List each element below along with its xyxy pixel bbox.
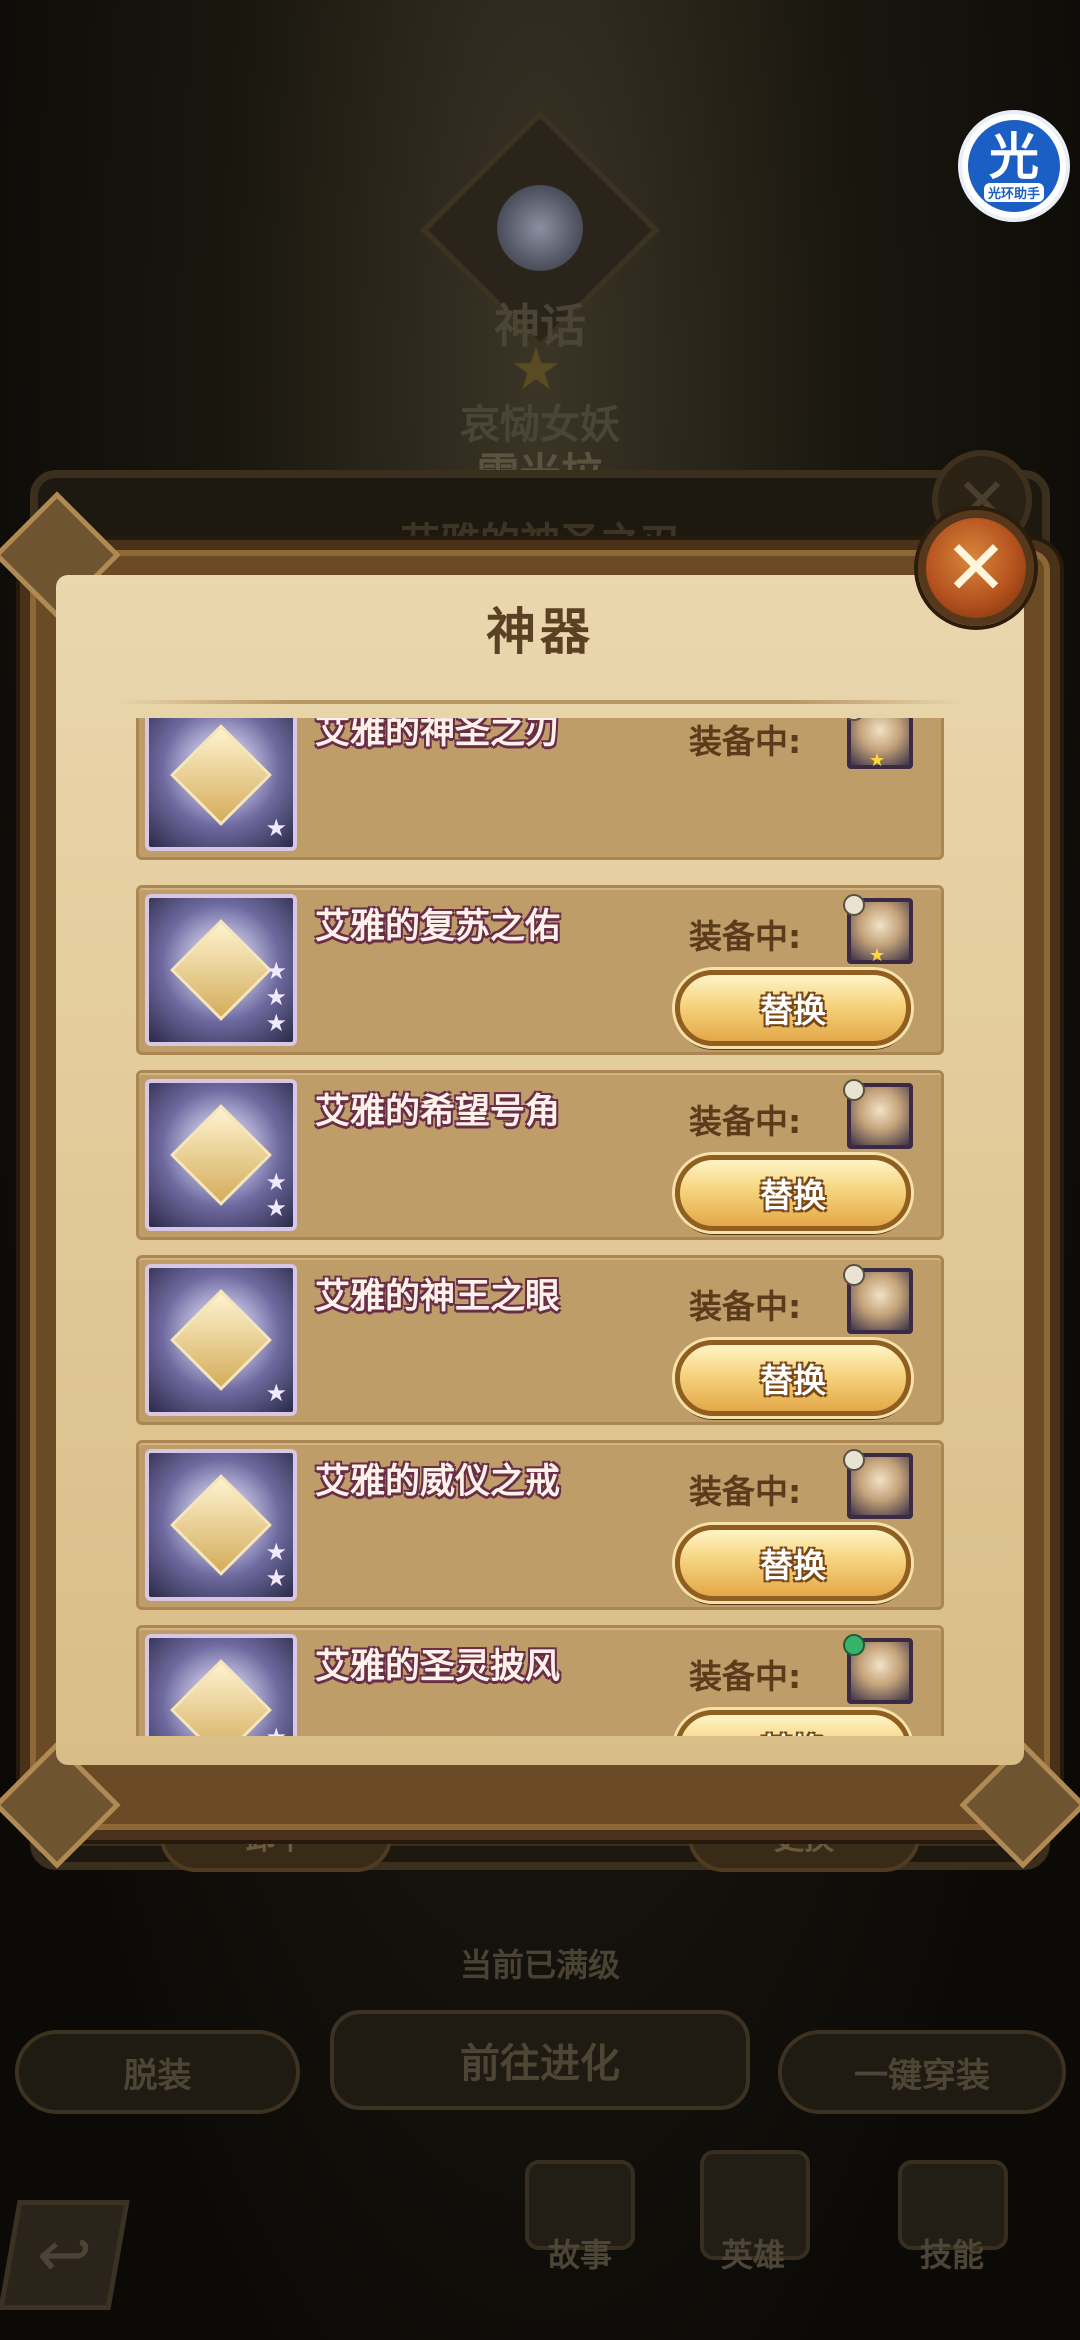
artifact-row: ★ ★ 艾雅的希望号角 装备中: 替换 xyxy=(136,1070,944,1240)
avatar-star-icon: ★ xyxy=(869,945,886,966)
equipped-hero-avatar[interactable]: ★ xyxy=(843,894,913,966)
artifact-star-rating: ★ ★ ★ xyxy=(265,957,287,1037)
artifact-row: ★ ★ 艾雅的威仪之戒 装备中: 替换 xyxy=(136,1440,944,1610)
replace-button[interactable]: 替换 xyxy=(675,1155,911,1231)
artifact-name: 艾雅的圣灵披风 xyxy=(315,1647,561,1687)
artifact-name: 艾雅的神王之眼 xyxy=(315,1277,561,1317)
avatar-star-icon: ★ xyxy=(869,750,886,771)
artifact-horn-icon[interactable]: ★ ★ xyxy=(145,1079,297,1231)
equipped-label: 装备中: xyxy=(689,1657,802,1696)
equipped-label: 装备中: xyxy=(689,1287,802,1326)
equipped-label: 装备中: xyxy=(689,917,802,956)
artifact-list[interactable]: ★ 艾雅的神圣之刃 装备中: ★ ★ ★ ★ 艾雅的复苏之佑 装备中: ★ 替换 ★… xyxy=(136,718,944,1736)
artifact-sword-icon[interactable]: ★ xyxy=(145,718,297,851)
artifact-name: 艾雅的复苏之佑 xyxy=(315,907,561,947)
helper-label: 光环助手 xyxy=(983,182,1044,202)
artifact-row: ★ 艾雅的神王之眼 装备中: 替换 xyxy=(136,1255,944,1425)
back-arrow-icon[interactable]: ↩ xyxy=(0,2200,130,2310)
title-divider xyxy=(120,700,960,704)
helper-logo-icon: 光 光环助手 xyxy=(968,120,1060,212)
equipped-label: 装备中: xyxy=(689,1102,802,1141)
evolve-button[interactable]: 前往进化 xyxy=(330,2010,750,2110)
equipped-label: 装备中: xyxy=(689,1472,802,1511)
faction-icon xyxy=(843,894,865,916)
equipped-hero-avatar[interactable] xyxy=(843,1264,913,1334)
equipped-hero-avatar[interactable]: ★ xyxy=(843,718,913,771)
nav-skill[interactable]: 技能 xyxy=(882,2230,1022,2276)
faction-icon xyxy=(843,1634,865,1656)
artifact-star-rating: ★ xyxy=(265,814,287,842)
faction-icon xyxy=(843,1449,865,1471)
artifact-star-rating: ★★ xyxy=(265,1724,287,1736)
equipped-hero-avatar[interactable] xyxy=(843,1634,913,1704)
replace-button[interactable]: 替换 xyxy=(675,1525,911,1601)
max-level-text: 当前已满级 xyxy=(459,1946,620,1984)
faction-icon xyxy=(843,1079,865,1101)
nav-story[interactable]: 故事 xyxy=(510,2230,650,2276)
replace-button[interactable]: 替换 xyxy=(675,970,911,1046)
artifact-eye-icon[interactable]: ★ xyxy=(145,1264,297,1416)
artifact-cloak-icon[interactable]: ★★ xyxy=(145,1634,297,1736)
artifact-star-rating: ★ xyxy=(265,1379,287,1407)
artifact-ring-icon[interactable]: ★ ★ xyxy=(145,1449,297,1601)
artifact-star-rating: ★★ xyxy=(265,1168,287,1222)
artifact-row: ★ ★ ★ 艾雅的复苏之佑 装备中: ★ 替换 xyxy=(136,885,944,1055)
close-button[interactable]: ✕ xyxy=(918,510,1034,626)
replace-button[interactable]: 替换 xyxy=(675,1710,911,1736)
rarity-gem-icon xyxy=(497,185,583,271)
artifact-name: 艾雅的神圣之刃 xyxy=(315,718,561,752)
artifact-row: ★★ 艾雅的圣灵披风 装备中: 替换 xyxy=(136,1625,944,1736)
artifact-star-rating: ★★ xyxy=(265,1538,287,1592)
modal-title: 神器 xyxy=(486,602,594,661)
equipped-hero-avatar[interactable] xyxy=(843,1449,913,1519)
artifact-name: 艾雅的希望号角 xyxy=(315,1092,561,1132)
faction-icon xyxy=(843,1264,865,1286)
equipped-label: 装备中: xyxy=(689,722,802,761)
artifact-name: 艾雅的威仪之戒 xyxy=(315,1462,561,1502)
artifact-amulet-icon[interactable]: ★ ★ ★ xyxy=(145,894,297,1046)
helper-glyph: 光 xyxy=(989,127,1039,186)
equipped-hero-avatar[interactable] xyxy=(843,1079,913,1149)
close-icon: ✕ xyxy=(944,523,1008,612)
equip-all-button[interactable]: 一键穿装 xyxy=(778,2030,1066,2114)
faction-icon xyxy=(843,718,865,721)
nav-hero[interactable]: 英雄 xyxy=(683,2230,823,2276)
artifact-row: ★ 艾雅的神圣之刃 装备中: ★ xyxy=(136,718,944,860)
helper-badge[interactable]: 光 光环助手 xyxy=(958,110,1070,222)
strip-button[interactable]: 脱装 xyxy=(15,2030,300,2114)
replace-button[interactable]: 替换 xyxy=(675,1340,911,1416)
